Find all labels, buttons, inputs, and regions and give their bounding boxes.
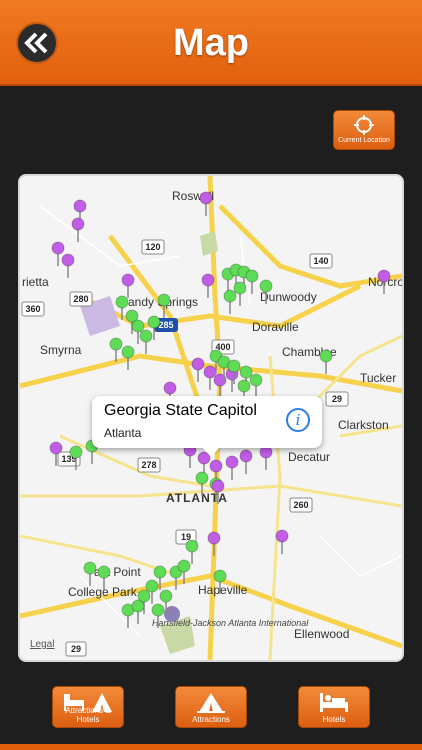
shield-360: 360 [25, 304, 40, 314]
attraction-pin[interactable] [225, 455, 239, 480]
tab-attractions-label: Attractions [192, 715, 230, 724]
shield-260: 260 [293, 500, 308, 510]
hotel-pin[interactable] [185, 539, 199, 564]
tab-hotels-label: Hotels [322, 715, 346, 724]
map-label-tucker: Tucker [360, 371, 396, 385]
map-label-doraville: Doraville [252, 320, 299, 334]
tab-attractions-hotels-label: Attractions & Hotels [65, 706, 111, 724]
shield-285: 285 [158, 320, 173, 330]
shield-278: 278 [141, 460, 156, 470]
shield-140: 140 [313, 256, 328, 266]
nav-bar: Map [0, 0, 422, 86]
map-label-clarkston: Clarkston [338, 418, 389, 432]
hotel-pin[interactable] [223, 289, 237, 314]
attraction-pin[interactable] [207, 531, 221, 556]
bed-icon [320, 693, 348, 712]
map-label-ellenwood: Ellenwood [294, 627, 349, 641]
hotel-pin[interactable] [249, 373, 263, 398]
tent-icon [197, 693, 225, 713]
map-label-decatur: Decatur [288, 450, 330, 464]
crosshair-icon [354, 115, 374, 135]
attraction-pin[interactable] [239, 449, 253, 474]
attraction-pin[interactable] [61, 253, 75, 278]
tab-attractions[interactable]: Attractions [175, 686, 247, 728]
attraction-pin[interactable] [259, 445, 273, 470]
shield-280: 280 [73, 294, 88, 304]
tab-attractions-hotels[interactable]: Attractions & Hotels [52, 686, 124, 728]
shield-120: 120 [145, 242, 160, 252]
page-title: Map [173, 22, 249, 64]
map-label-dunwoody: Dunwoody [260, 290, 317, 304]
info-icon[interactable]: i [286, 408, 310, 432]
current-location-button[interactable]: Current Location [333, 110, 395, 150]
shield-29-south: 29 [71, 644, 81, 654]
callout-subtitle: Atlanta [104, 426, 142, 440]
map-callout[interactable]: Georgia State Capitol Atlanta i [92, 396, 322, 457]
bottom-accent-line [0, 744, 422, 750]
map-label-marietta: rietta [22, 275, 49, 289]
legal-link[interactable]: Legal [30, 639, 54, 650]
shield-29-north: 29 [332, 394, 342, 404]
tab-bar: Attractions & Hotels Attractions Hotels [0, 674, 422, 750]
hotel-pin[interactable] [319, 349, 333, 374]
callout-title: Georgia State Capitol [104, 402, 257, 419]
current-location-label: Current Location [338, 137, 390, 144]
map-label-college-park: College Park [68, 585, 138, 599]
map-label-smyrna: Smyrna [40, 343, 82, 357]
map-label-hapeville: Hapeville [198, 583, 248, 597]
map-view[interactable]: Roswell rietta Sandy Springs Dunwoody No… [18, 174, 404, 662]
tab-hotels[interactable]: Hotels [298, 686, 370, 728]
hotel-pin[interactable] [139, 329, 153, 354]
attraction-pin[interactable] [191, 357, 205, 382]
